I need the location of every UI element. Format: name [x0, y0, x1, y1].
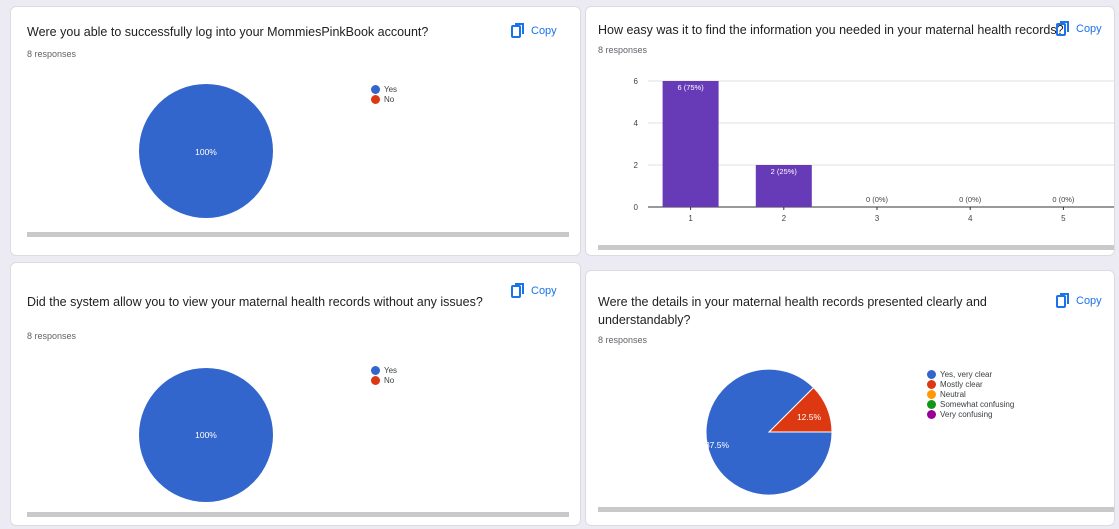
question-title: Were the details in your maternal health…	[598, 293, 987, 329]
y-tick-label: 2	[634, 161, 639, 170]
legend-item: Mostly clear	[927, 379, 1014, 389]
bar-data-label: 2 (25%)	[771, 167, 798, 176]
y-tick-label: 4	[634, 119, 639, 128]
pie-chart: 12.5% 87.5%	[705, 368, 833, 496]
legend-dot-icon	[927, 389, 936, 399]
pie-chart: 100%	[139, 368, 273, 502]
legend-item-no: No	[371, 94, 397, 104]
response-count: 8 responses	[27, 331, 77, 341]
legend-item: Very confusing	[927, 409, 1014, 419]
pie-slice-label-small: 12.5%	[797, 412, 822, 422]
copy-icon	[1056, 293, 1070, 309]
copy-label: Copy	[1076, 295, 1102, 307]
y-tick-label: 6	[634, 77, 639, 86]
legend-dot-icon	[927, 409, 936, 419]
question-card-ease: How easy was it to find the information …	[585, 6, 1115, 256]
legend-dot-icon	[371, 365, 380, 375]
bar-data-label: 0 (0%)	[866, 195, 889, 204]
question-card-clarity: Were the details in your maternal health…	[585, 270, 1115, 526]
question-title: Were you able to successfully log into y…	[27, 25, 429, 39]
legend: Yes No	[371, 365, 397, 385]
legend-dot-icon	[371, 84, 380, 94]
legend-item-yes: Yes	[371, 365, 397, 375]
copy-icon	[511, 23, 525, 39]
question-card-login: Were you able to successfully log into y…	[10, 6, 581, 256]
legend-dot-icon	[927, 369, 936, 379]
copy-button[interactable]: Copy	[511, 283, 557, 299]
question-title: How easy was it to find the information …	[598, 23, 1064, 37]
legend-item-yes: Yes	[371, 84, 397, 94]
question-title-line: Were the details in your maternal health…	[598, 295, 987, 309]
legend: Yes No	[371, 84, 397, 104]
horizontal-scrollbar[interactable]	[598, 507, 1114, 512]
legend-item: Neutral	[927, 389, 1014, 399]
response-count: 8 responses	[598, 45, 648, 55]
question-title: Did the system allow you to view your ma…	[27, 295, 483, 309]
response-count: 8 responses	[598, 335, 648, 345]
horizontal-scrollbar[interactable]	[27, 232, 569, 237]
legend-dot-icon	[371, 94, 380, 104]
horizontal-scrollbar[interactable]	[27, 512, 569, 517]
legend: Yes, very clear Mostly clear Neutral Som…	[927, 369, 1014, 419]
question-title-line: understandably?	[598, 313, 691, 327]
copy-button[interactable]: Copy	[511, 23, 557, 39]
bar-data-label: 0 (0%)	[1052, 195, 1075, 204]
response-count: 8 responses	[27, 49, 77, 59]
pie-slice-label: 100%	[195, 147, 217, 157]
legend-dot-icon	[927, 399, 936, 409]
legend-item: Somewhat confusing	[927, 399, 1014, 409]
x-tick-label: 1	[688, 214, 693, 223]
legend-dot-icon	[371, 375, 380, 385]
copy-icon	[511, 283, 525, 299]
legend-dot-icon	[927, 379, 936, 389]
x-tick-label: 5	[1061, 214, 1066, 223]
question-card-view-records: Did the system allow you to view your ma…	[10, 262, 581, 526]
pie-chart: 100%	[139, 84, 273, 218]
legend-item: Yes, very clear	[927, 369, 1014, 379]
bar-chart: 0 2 4 6 6 (75%) 1 2 (25%) 2 0 (0%) 3 0 (0%) 4 0 (0%)…	[634, 77, 1114, 223]
y-tick-label: 0	[634, 203, 639, 212]
x-tick-label: 4	[968, 214, 973, 223]
legend-item-no: No	[371, 375, 397, 385]
copy-label: Copy	[531, 285, 557, 297]
pie-slice-very-clear	[705, 368, 833, 496]
copy-label: Copy	[531, 25, 557, 37]
copy-button[interactable]: Copy	[1056, 21, 1102, 37]
pie-slice-label-large: 87.5%	[705, 440, 730, 450]
horizontal-scrollbar[interactable]	[598, 245, 1114, 250]
bar	[662, 81, 719, 207]
bar-data-label: 6 (75%)	[677, 83, 704, 92]
bar-data-label: 0 (0%)	[959, 195, 982, 204]
copy-icon	[1056, 21, 1070, 37]
x-tick-label: 2	[782, 214, 787, 223]
copy-label: Copy	[1076, 23, 1102, 35]
pie-slice-label: 100%	[195, 430, 217, 440]
x-tick-label: 3	[875, 214, 880, 223]
copy-button[interactable]: Copy	[1056, 293, 1102, 309]
